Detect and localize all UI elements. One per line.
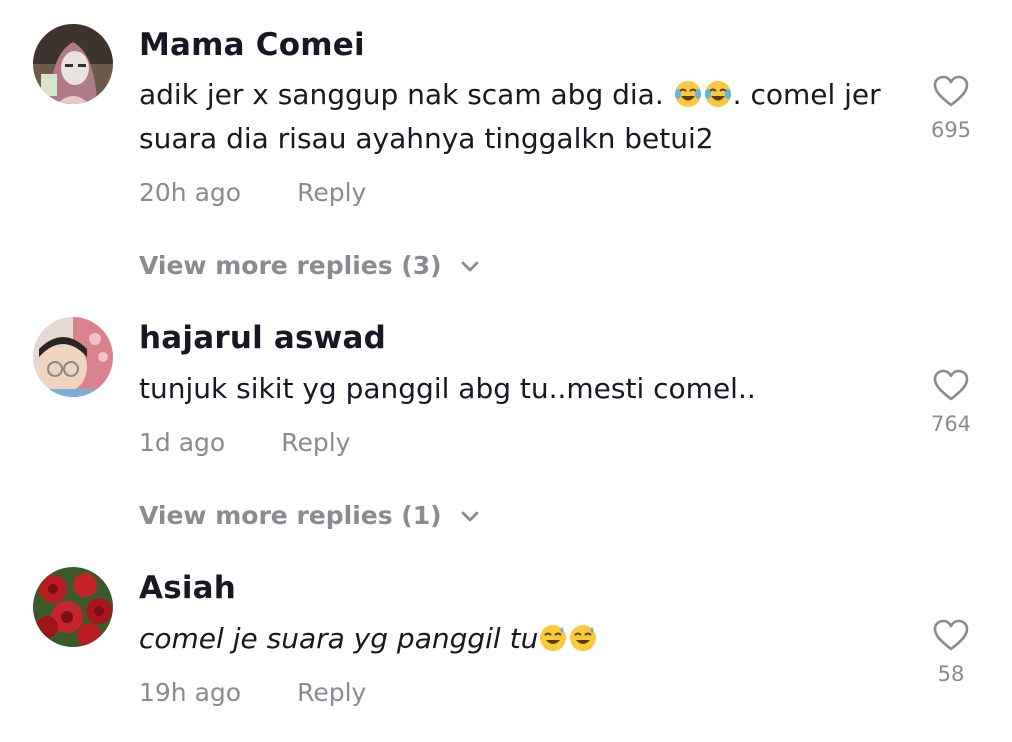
chevron-down-icon (461, 261, 479, 272)
avatar-image (33, 317, 113, 397)
avatar[interactable] (33, 24, 113, 104)
comment-text-part: comel je suara yg panggil tu (139, 622, 539, 655)
comment-meta: 20h ago Reply (139, 178, 366, 207)
avatar[interactable] (33, 567, 113, 647)
comment-username[interactable]: Asiah (139, 570, 236, 606)
comment-text: tunjuk sikit yg panggil abg tu..mesti co… (139, 372, 756, 405)
comment-text: comel je suara yg panggil tu (139, 617, 899, 661)
joy-emoji-icon (674, 81, 701, 107)
reply-button[interactable]: Reply (297, 178, 366, 207)
comment-meta: 19h ago Reply (139, 678, 366, 707)
reply-button[interactable]: Reply (281, 428, 350, 457)
heart-outline-icon[interactable] (932, 368, 970, 402)
comment-username[interactable]: Mama Comei (139, 27, 365, 63)
sweat-smile-emoji-icon (570, 625, 597, 651)
comment-meta: 1d ago Reply (139, 428, 350, 457)
view-more-replies-button[interactable]: View more replies (1) (139, 501, 480, 530)
like-count: 58 (937, 662, 965, 686)
view-more-replies-label: View more replies (1) (139, 501, 442, 530)
sweat-smile-emoji-icon (540, 625, 567, 651)
comment-time: 1d ago (139, 428, 226, 457)
like-button[interactable]: 695 (926, 74, 976, 142)
comment-text: adik jer x sanggup nak scam abg dia. . c… (139, 73, 899, 161)
avatar[interactable] (33, 317, 113, 397)
comment-time: 19h ago (139, 678, 242, 707)
comment-text-line: suara dia risau ayahnya tinggalkn betui2 (139, 122, 714, 155)
comment-time: 20h ago (139, 178, 242, 207)
avatar-image (33, 567, 113, 647)
comment-text-part: adik jer x sanggup nak scam abg dia. (139, 78, 673, 111)
chevron-down-icon (461, 511, 479, 522)
joy-emoji-icon (704, 81, 731, 107)
heart-outline-icon[interactable] (932, 618, 970, 652)
like-button[interactable]: 764 (926, 368, 976, 436)
reply-button[interactable]: Reply (297, 678, 366, 707)
view-more-replies-label: View more replies (3) (139, 251, 442, 280)
heart-outline-icon[interactable] (932, 74, 970, 108)
avatar-image (33, 24, 113, 104)
like-button[interactable]: 58 (926, 618, 976, 686)
like-count: 695 (930, 118, 972, 142)
comment-text-part: . comel jer (732, 78, 881, 111)
view-more-replies-button[interactable]: View more replies (3) (139, 251, 480, 280)
comment-username[interactable]: hajarul aswad (139, 320, 386, 356)
like-count: 764 (930, 412, 972, 436)
